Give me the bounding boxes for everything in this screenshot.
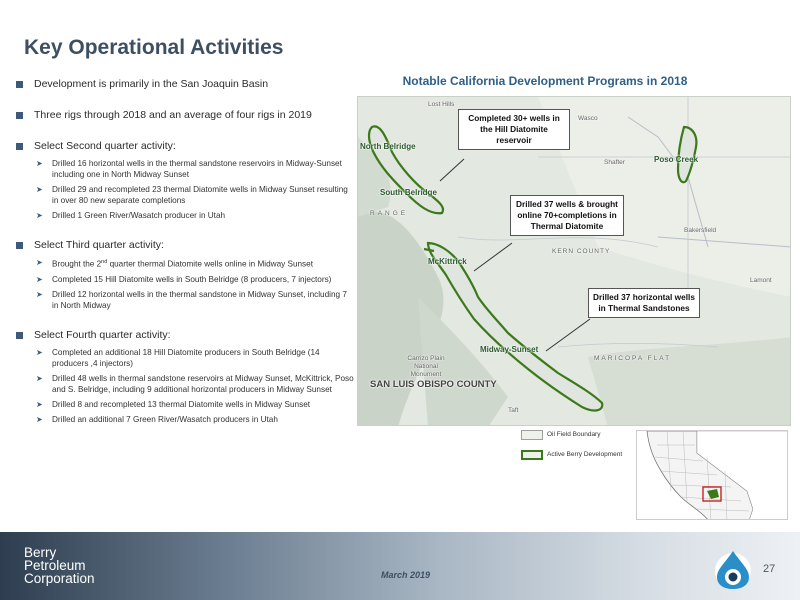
arrow-bullet-icon: ➤ [36,185,43,194]
legend-label: Oil Field Boundary [547,431,601,438]
sub-bullet: ➤ Drilled 29 and recompleted 23 thermal D… [14,184,354,206]
page-title: Key Operational Activities [24,36,284,59]
bullet-rigs: Three rigs through 2018 and an average o… [14,109,354,122]
california-inset-map [636,430,788,520]
callout-pointers [439,158,591,352]
arrow-bullet-icon: ➤ [36,159,43,168]
sub-bullet: ➤ Drilled 12 horizontal wells in the ther… [14,289,354,311]
bullet-text: Three rigs through 2018 and an average o… [34,109,312,121]
bullet-list: Development is primarily in the San Joaq… [14,78,354,425]
sub-bullet-text: Completed 15 Hill Diatomite wells in Sou… [52,274,332,284]
bullet-text: Development is primarily in the San Joaq… [34,78,269,90]
sub-bullet: ➤ Drilled an additional 7 Green River/Was… [14,414,354,425]
arrow-bullet-icon: ➤ [36,274,43,284]
arrow-bullet-icon: ➤ [36,289,43,299]
legend-swatch-oil-field [521,430,543,440]
footer-band [0,532,800,600]
logo-line: Corporation [24,571,95,586]
arrow-bullet-icon: ➤ [36,373,43,383]
arrow-bullet-icon: ➤ [36,211,43,220]
arrow-bullet-icon: ➤ [36,347,43,357]
sub-bullet-text: Drilled 16 horizontal wells in the therm… [52,159,342,179]
sub-bullet: ➤ Drilled 8 and recompleted 13 thermal Di… [14,399,354,410]
footer-date: March 2019 [381,570,431,580]
arrow-bullet-icon: ➤ [36,399,43,409]
sub-bullet: ➤ Brought the 2nd quarter thermal Diatomi… [14,257,354,270]
sub-bullet: ➤ Drilled 48 wells in thermal sandstone r… [14,373,354,395]
sub-bullet: ➤ Completed 15 Hill Diatomite wells in S… [14,274,354,285]
california-outline [646,431,787,519]
bullet-text: Select Second quarter activity: [34,140,176,152]
sub-bullet-text: Drilled 1 Green River/Wasatch producer i… [52,211,226,220]
page-number: 27 [763,563,776,575]
sub-bullet-text: quarter thermal Diatomite wells online i… [107,259,313,269]
arrow-bullet-icon: ➤ [36,258,43,267]
arrow-bullet-icon: ➤ [36,414,43,424]
bullet-q4-heading: Select Fourth quarter activity: [14,329,354,342]
sub-bullet-text: Drilled an additional 7 Green River/Wasa… [52,414,278,424]
development-map: Lost Hills Wasco Shafter Bakersfield Lam… [357,96,791,426]
sub-bullet-text: Completed an additional 18 Hill Diatomit… [52,347,320,368]
bullet-text: Select Fourth quarter activity: [34,328,171,341]
legend-label: Active Berry Development [547,451,623,458]
callout-thermal-diatomite: Drilled 37 wells & brought online 70+com… [510,195,624,236]
sub-bullet-text: Drilled 29 and recompleted 23 thermal Di… [52,185,348,205]
callout-thermal-sandstones: Drilled 37 horizontal wells in Thermal S… [588,288,700,318]
legend-swatch-active-dev [521,450,543,460]
company-logo: Berry Petroleum Corporation [24,546,95,586]
sub-bullet-text: Drilled 48 wells in thermal sandstone re… [52,373,354,394]
sub-bullet: ➤ Drilled 1 Green River/Wasatch producer … [14,210,354,221]
bullet-q3-heading: Select Third quarter activity: [14,239,354,252]
bullet-development: Development is primarily in the San Joaq… [14,78,354,91]
bullet-q2-heading: Select Second quarter activity: [14,140,354,153]
map-title: Notable California Development Programs … [402,74,688,88]
sub-bullet-text: Drilled 12 horizontal wells in the therm… [52,289,347,310]
sub-bullet: ➤ Completed an additional 18 Hill Diatomi… [14,347,354,369]
sub-bullet-text: Brought the 2 [52,259,102,269]
sub-bullet-text: Drilled 8 and recompleted 13 thermal Dia… [52,399,311,409]
bullet-text: Select Third quarter activity: [34,239,164,251]
sub-bullet: ➤ Drilled 16 horizontal wells in the ther… [14,158,354,180]
drop-logo-icon [715,551,751,589]
callout-hill-diatomite: Completed 30+ wells in the Hill Diatomit… [458,109,570,150]
